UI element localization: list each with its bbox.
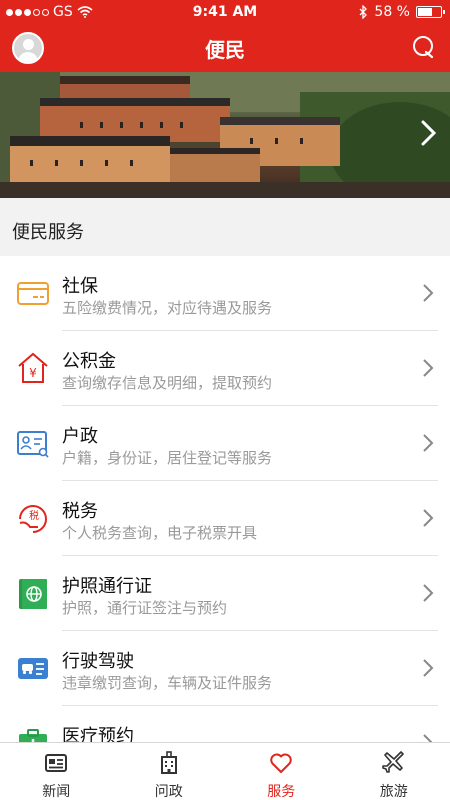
service-item-social-security[interactable]: 社保 五险缴费情况，对应待遇及服务 [0, 256, 450, 331]
section-header: 便民服务 [0, 198, 450, 256]
chevron-right-icon [423, 584, 434, 602]
battery-icon [416, 6, 445, 18]
navigation-bar: 便民 [0, 24, 450, 72]
status-right: 58 % [359, 4, 445, 20]
service-subtitle: 户籍，身份证，居住登记等服务 [62, 449, 273, 467]
service-title: 医疗预约 [62, 726, 134, 742]
chevron-right-icon [423, 359, 434, 377]
tab-label: 服务 [267, 784, 296, 800]
service-subtitle: 个人税务查询，电子税票开具 [62, 524, 258, 542]
chevron-right-icon [423, 659, 434, 677]
service-item-passport[interactable]: 护照通行证 护照，通行证签注与预约 [0, 556, 450, 631]
chevron-right-icon[interactable] [418, 118, 440, 148]
tab-label: 新闻 [42, 784, 71, 800]
card-icon [17, 282, 49, 305]
bluetooth-icon [359, 5, 368, 19]
service-item-housing-fund[interactable]: ¥ 公积金 查询缴存信息及明细，提取预约 [0, 331, 450, 406]
service-title: 公积金 [62, 351, 116, 372]
tab-label: 问政 [154, 784, 183, 800]
banner-image [0, 72, 450, 198]
tab-bar: 新闻 问政 服务 旅游 [0, 742, 450, 800]
service-subtitle: 违章缴罚查询，车辆及证件服务 [62, 674, 273, 692]
service-subtitle: 查询缴存信息及明细，提取预约 [62, 374, 273, 392]
service-title: 税务 [62, 501, 98, 522]
service-list: 社保 五险缴费情况，对应待遇及服务 ¥ 公积金 查询缴存信息及明细，提取预约 户… [0, 256, 450, 742]
id-card-icon [17, 431, 49, 458]
plane-icon [381, 751, 404, 773]
heart-icon [270, 753, 292, 773]
service-item-tax[interactable]: 税 税务 个人税务查询，电子税票开具 [0, 481, 450, 556]
chevron-right-icon [423, 734, 433, 742]
page-title: 便民 [205, 38, 245, 62]
chevron-right-icon [423, 509, 434, 527]
service-item-vehicle-license[interactable]: 行驶驾驶 违章缴罚查询，车辆及证件服务 [0, 631, 450, 706]
banner-carousel[interactable] [0, 72, 450, 198]
battery-percent: 58 % [374, 4, 410, 20]
search-icon[interactable] [412, 35, 436, 59]
chevron-right-icon [423, 434, 434, 452]
service-title: 护照通行证 [62, 576, 152, 597]
tab-label: 旅游 [379, 784, 408, 800]
car-license-icon [18, 658, 48, 679]
tax-icon: 税 [19, 505, 47, 533]
service-subtitle: 五险缴费情况，对应待遇及服务 [62, 299, 273, 317]
news-icon [45, 754, 68, 772]
service-item-household-registration[interactable]: 户政 户籍，身份证，居住登记等服务 [0, 406, 450, 481]
service-subtitle: 护照，通行证签注与预约 [62, 599, 228, 617]
house-yuan-icon: ¥ [18, 352, 48, 383]
tab-service[interactable]: 服务 [225, 743, 338, 800]
chevron-right-icon [423, 284, 434, 302]
medical-kit-icon [19, 729, 47, 742]
svg-text:¥: ¥ [29, 366, 37, 380]
service-item-medical-appointment[interactable]: 医疗预约 [0, 706, 450, 742]
passport-icon [19, 579, 47, 609]
tab-politics[interactable]: 问政 [113, 743, 226, 800]
tab-travel[interactable]: 旅游 [338, 743, 450, 800]
tab-news[interactable]: 新闻 [0, 743, 113, 800]
service-title: 户政 [62, 426, 98, 447]
building-icon [160, 751, 177, 774]
status-bar: GS 9:41 AM 58 % [0, 0, 450, 24]
section-title: 便民服务 [12, 222, 84, 243]
service-title: 社保 [62, 276, 98, 297]
svg-text:税: 税 [29, 509, 39, 522]
service-title: 行驶驾驶 [62, 651, 134, 672]
top-bar: GS 9:41 AM 58 % 便民 [0, 0, 450, 72]
